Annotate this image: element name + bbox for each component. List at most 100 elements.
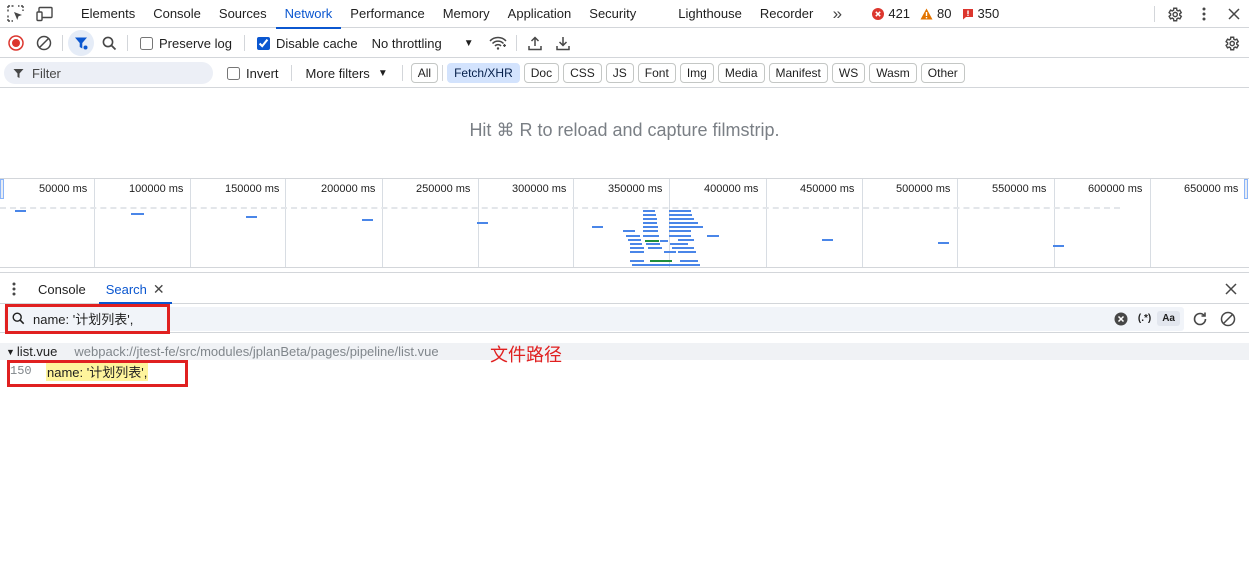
- request-bar: [246, 216, 257, 218]
- tab-elements[interactable]: Elements: [72, 0, 144, 28]
- disable-cache-check[interactable]: [256, 36, 270, 50]
- separator: [401, 65, 403, 81]
- more-options-kebab-icon[interactable]: [1189, 0, 1219, 28]
- issue-counters[interactable]: 421 80 350: [872, 6, 999, 21]
- request-bar: [669, 210, 691, 212]
- request-bar: [669, 214, 692, 216]
- type-filter-other[interactable]: Other: [920, 63, 965, 83]
- type-filter-ws[interactable]: WS: [831, 63, 866, 83]
- clear-search-results-icon[interactable]: [1214, 305, 1242, 333]
- device-toolbar-icon[interactable]: [30, 0, 60, 28]
- tab-console[interactable]: Console: [144, 0, 210, 28]
- settings-gear-icon[interactable]: [1159, 0, 1189, 28]
- request-bar: [1053, 245, 1064, 247]
- overview-tick-label: 50000 ms: [39, 183, 88, 195]
- request-bar: [938, 242, 949, 244]
- filter-funnel-icon[interactable]: [68, 30, 94, 56]
- separator: [1154, 6, 1155, 22]
- drawer-tab-console[interactable]: Console: [31, 275, 93, 303]
- overview-gridline: [94, 179, 95, 267]
- overview-gridline: [862, 179, 863, 267]
- overview-tick-label: 350000 ms: [608, 183, 663, 195]
- match-case-toggle[interactable]: Aa: [1157, 311, 1180, 326]
- request-bar: [669, 230, 691, 232]
- request-bar: [630, 251, 644, 253]
- export-har-download-icon[interactable]: [549, 29, 577, 57]
- type-filter-css[interactable]: CSS: [563, 63, 602, 83]
- request-bar: [672, 247, 694, 249]
- request-bar: [643, 218, 657, 220]
- invert-check[interactable]: [227, 66, 240, 80]
- type-filter-wasm[interactable]: Wasm: [869, 63, 917, 83]
- invert-checkbox[interactable]: Invert: [219, 66, 287, 81]
- warning-count: 80: [937, 6, 952, 21]
- preserve-log-checkbox[interactable]: Preserve log: [132, 36, 240, 51]
- tab-performance[interactable]: Performance: [341, 0, 433, 28]
- overview-gridline: [957, 179, 958, 267]
- overview-tick-label: 250000 ms: [416, 183, 471, 195]
- import-har-upload-icon[interactable]: [521, 29, 549, 57]
- drawer-tab-search[interactable]: Search ✕: [98, 275, 172, 304]
- clear-search-icon[interactable]: [1114, 312, 1128, 326]
- type-filter-manifest[interactable]: Manifest: [768, 63, 828, 83]
- preserve-log-check[interactable]: [140, 36, 153, 50]
- network-settings-gear-icon[interactable]: [1217, 29, 1245, 57]
- type-filter-all[interactable]: All: [410, 63, 439, 83]
- type-filter-doc[interactable]: Doc: [523, 63, 560, 83]
- throttling-select[interactable]: No throttling ▼: [366, 36, 480, 51]
- close-search-tab-icon[interactable]: ✕: [153, 281, 165, 298]
- request-bar: [680, 260, 698, 262]
- request-bar: [707, 235, 719, 237]
- request-bar: [643, 235, 659, 237]
- tab-sources[interactable]: Sources: [210, 0, 276, 28]
- devtools-main-tabbar: Elements Console Sources Network Perform…: [0, 0, 1249, 29]
- overview-gridline: [766, 179, 767, 267]
- close-drawer-icon[interactable]: [1217, 275, 1245, 303]
- inspect-element-icon[interactable]: [0, 0, 30, 28]
- network-toolbar: Preserve log Disable cache No throttling…: [0, 29, 1249, 58]
- network-overview-timeline[interactable]: 50000 ms 100000 ms 150000 ms 200000 ms 2…: [0, 178, 1249, 268]
- overview-tick-label: 150000 ms: [225, 183, 280, 195]
- more-tabs-chevron-icon[interactable]: »: [822, 0, 852, 28]
- search-icon[interactable]: [95, 29, 123, 57]
- issues-counter[interactable]: 350: [962, 6, 999, 21]
- drawer-menu-kebab-icon[interactable]: [0, 275, 28, 303]
- search-query-input[interactable]: [33, 311, 1114, 326]
- drawer-splitter[interactable]: [0, 272, 1249, 273]
- request-bar: [669, 235, 691, 237]
- search-result-file-header[interactable]: ▼ list.vue webpack://jtest-fe/src/module…: [0, 343, 1249, 360]
- overview-tick-label: 200000 ms: [321, 183, 376, 195]
- overview-gridline: [382, 179, 383, 267]
- preserve-log-label: Preserve log: [159, 35, 232, 51]
- network-conditions-wifi-icon[interactable]: [484, 29, 512, 57]
- record-stop-icon[interactable]: [2, 29, 30, 57]
- request-bar: [630, 243, 642, 245]
- type-filter-font[interactable]: Font: [637, 63, 676, 83]
- filter-field[interactable]: [4, 62, 213, 84]
- overview-left-handle[interactable]: [0, 179, 4, 199]
- refresh-search-icon[interactable]: [1186, 305, 1214, 333]
- type-filter-img[interactable]: Img: [679, 63, 714, 83]
- more-filters-dropdown[interactable]: More filters ▼: [296, 66, 398, 81]
- filter-input[interactable]: [32, 65, 182, 81]
- search-field[interactable]: (.*) Aa: [4, 306, 1184, 331]
- type-filter-fetch-xhr[interactable]: Fetch/XHR: [447, 63, 520, 83]
- error-counter[interactable]: 421: [872, 6, 910, 21]
- clear-log-icon[interactable]: [30, 29, 58, 57]
- expand-triangle-icon[interactable]: ▼: [6, 347, 15, 357]
- tab-security[interactable]: Security: [580, 0, 645, 28]
- request-bar: [626, 235, 640, 237]
- type-filter-media[interactable]: Media: [717, 63, 765, 83]
- overview-right-handle[interactable]: [1244, 179, 1248, 199]
- close-devtools-icon[interactable]: [1219, 0, 1249, 28]
- request-bar-green: [645, 240, 659, 242]
- disable-cache-checkbox[interactable]: Disable cache: [249, 36, 366, 51]
- warning-counter[interactable]: 80: [920, 6, 952, 21]
- tab-application[interactable]: Application: [499, 0, 581, 28]
- type-filter-js[interactable]: JS: [605, 63, 634, 83]
- tab-recorder[interactable]: Recorder: [751, 0, 822, 28]
- tab-network[interactable]: Network: [275, 0, 342, 29]
- regex-toggle[interactable]: (.*): [1132, 313, 1157, 324]
- tab-memory[interactable]: Memory: [434, 0, 499, 28]
- tab-lighthouse[interactable]: Lighthouse: [669, 0, 751, 28]
